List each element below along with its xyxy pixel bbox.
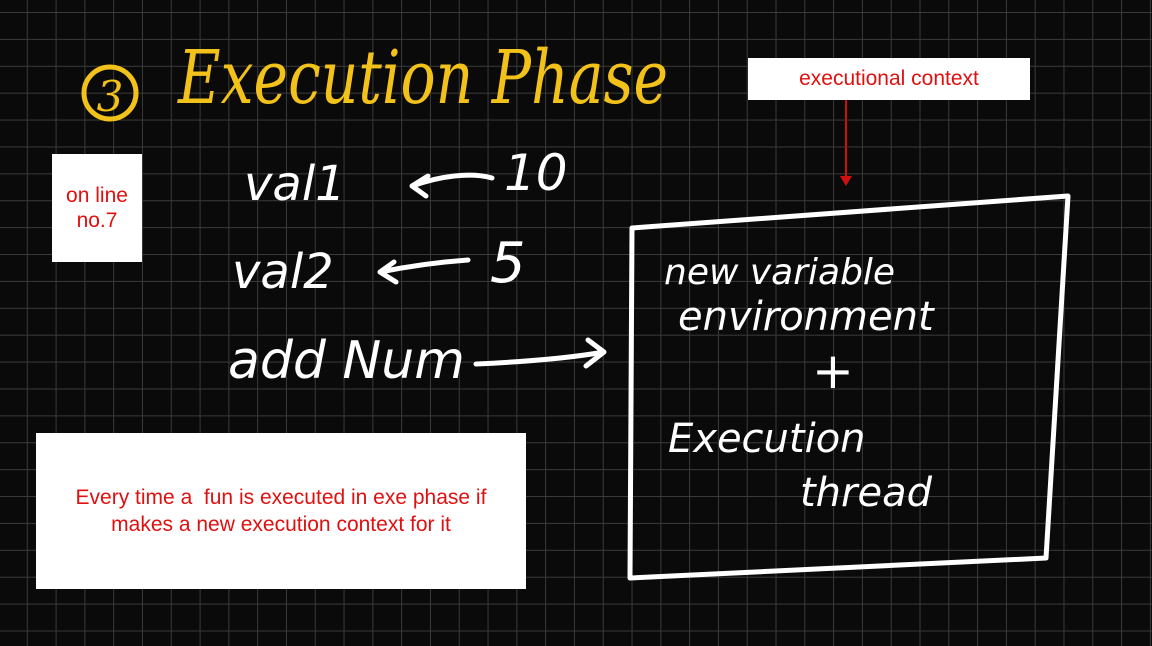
context-line-execution: Execution xyxy=(668,416,866,462)
arrow-val2-icon xyxy=(377,257,471,285)
explanation-text-1: Every time a fun is executed in exe phas… xyxy=(75,486,487,509)
var-val2-value: 5 xyxy=(490,231,526,296)
context-pointer xyxy=(840,100,852,186)
context-plus: + xyxy=(812,342,854,400)
line-number-note: on line no.7 xyxy=(52,154,142,262)
explanation-note: Every time a fun is executed in exe phas… xyxy=(36,433,526,589)
var-val1-name: val1 xyxy=(244,156,346,212)
context-line-environment: environment xyxy=(678,294,935,340)
explanation-text-2: makes a new execution context for it xyxy=(111,513,451,536)
var-val2-name: val2 xyxy=(232,244,334,300)
title-group: 3 Execution Phase xyxy=(81,35,668,122)
line-number-text-2: no.7 xyxy=(76,209,118,232)
line-number-text-1: on line xyxy=(66,184,128,207)
executional-context-note: executional context xyxy=(748,58,1030,100)
arrow-val1-icon xyxy=(409,172,495,199)
assignments: val1 10 val2 5 add Num xyxy=(228,144,607,391)
var-val1-value: 10 xyxy=(504,144,568,202)
execution-context-box: new variable environment + Execution thr… xyxy=(627,193,1071,581)
pointer-head-icon xyxy=(840,176,852,186)
context-line-thread: thread xyxy=(800,470,933,516)
arrow-addnum-icon xyxy=(473,337,607,369)
context-line-new-variable: new variable xyxy=(664,252,895,293)
executional-context-text: executional context xyxy=(799,67,979,90)
var-addnum-name: add Num xyxy=(228,331,465,391)
title-text: Execution Phase xyxy=(176,35,668,121)
step-number: 3 xyxy=(97,72,124,121)
